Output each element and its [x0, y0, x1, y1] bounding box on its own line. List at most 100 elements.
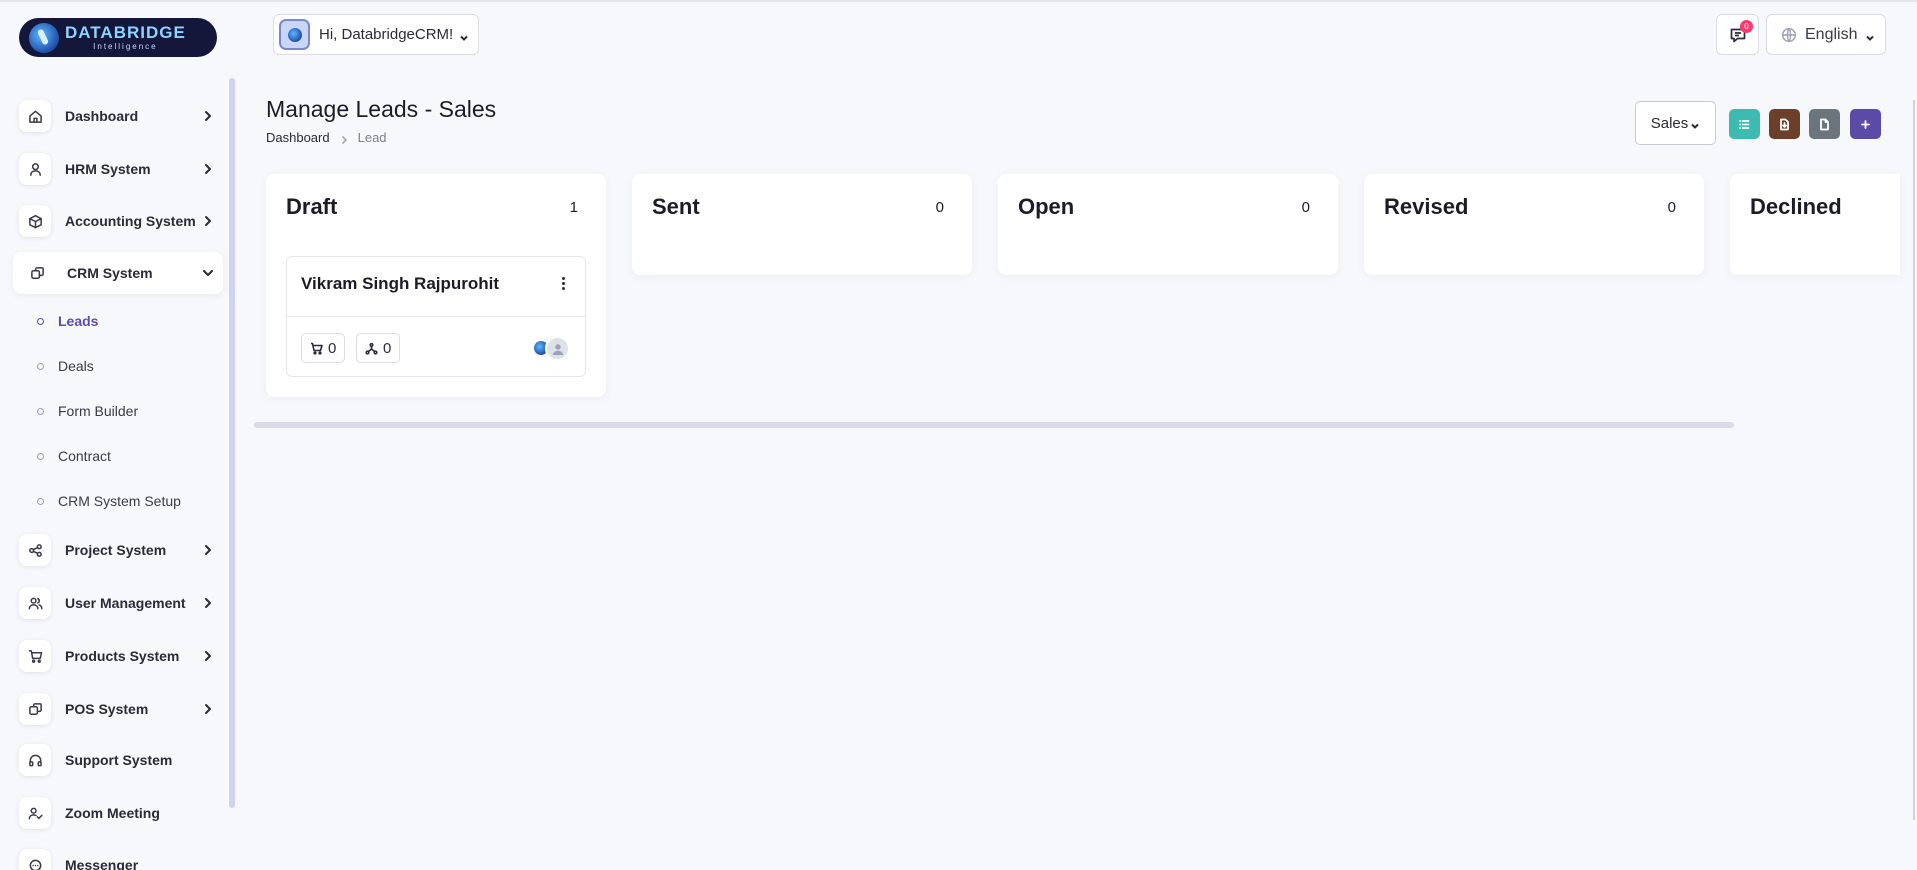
layers-icon: [21, 257, 53, 289]
sidebar-item-pos[interactable]: POS System: [19, 689, 219, 729]
sidebar-scrollbar[interactable]: [229, 78, 235, 808]
import-button[interactable]: [1769, 109, 1800, 139]
kanban-column-sent: Sent 0: [632, 174, 972, 275]
breadcrumb-dashboard[interactable]: Dashboard: [266, 130, 330, 145]
sidebar-item-user-management[interactable]: User Management: [19, 583, 219, 623]
sidebar-item-accounting[interactable]: Accounting System: [19, 201, 219, 241]
language-selector[interactable]: English: [1766, 14, 1886, 55]
sidebar-item-products[interactable]: Products System: [19, 636, 219, 676]
pipeline-select[interactable]: Sales: [1635, 101, 1716, 145]
sidebar-item-support[interactable]: Support System: [19, 740, 219, 780]
avatar: [545, 336, 570, 361]
logo-icon: [29, 22, 59, 53]
breadcrumb-current: Lead: [357, 130, 387, 145]
column-title: Draft: [286, 194, 338, 219]
chevron-right-icon: [201, 649, 215, 663]
page-title: Manage Leads - Sales: [266, 96, 497, 122]
column-title: Declined: [1750, 194, 1842, 219]
chevron-right-icon: [340, 133, 348, 144]
file-import-icon: [1780, 118, 1789, 130]
column-count: 0: [935, 198, 944, 216]
sidebar-item-dashboard[interactable]: Dashboard: [19, 96, 219, 136]
sidebar-subitem-leads[interactable]: Leads: [37, 310, 98, 332]
messages-button[interactable]: 0: [1716, 14, 1759, 55]
users-icon: [19, 587, 51, 619]
column-title: Open: [1018, 194, 1075, 219]
sidebar-item-hrm[interactable]: HRM System: [19, 149, 219, 189]
chevron-right-icon: [201, 702, 215, 716]
sidebar-item-zoom[interactable]: Zoom Meeting: [19, 793, 219, 833]
sources-count-chip: 0: [356, 333, 401, 363]
sidebar-subitem-form-builder[interactable]: Form Builder: [37, 400, 138, 422]
sidebar-item-crm[interactable]: CRM System: [13, 252, 223, 294]
sidebar-subitem-deals[interactable]: Deals: [37, 355, 94, 377]
breadcrumb: Dashboard Lead: [266, 130, 387, 145]
chevron-down-icon: [1690, 118, 1700, 129]
list-icon: [1739, 119, 1750, 129]
sidebar-item-label: Dashboard: [65, 108, 139, 124]
chevron-right-icon: [201, 162, 215, 176]
chevron-right-icon: [201, 543, 215, 557]
sidebar-subitem-label: CRM System Setup: [58, 493, 181, 509]
page-vertical-scrollbar[interactable]: [1913, 100, 1915, 820]
kanban-column-open: Open 0: [998, 174, 1338, 275]
home-icon: [19, 100, 51, 132]
sidebar-item-label: Zoom Meeting: [65, 805, 160, 821]
lead-name[interactable]: Vikram Singh Rajpurohit: [301, 274, 499, 294]
language-label: English: [1805, 25, 1858, 43]
sources-count: 0: [383, 339, 392, 357]
user-menu-button[interactable]: Hi, DatabridgeCRM!: [273, 14, 479, 55]
avatar: [279, 19, 310, 50]
sidebar-subitem-crm-setup[interactable]: CRM System Setup: [37, 490, 181, 512]
bullet-icon: [37, 407, 44, 415]
sidebar-item-label: User Management: [65, 595, 186, 611]
chevron-right-icon: [201, 596, 215, 610]
sidebar-subitem-contract[interactable]: Contract: [37, 445, 111, 467]
more-vertical-icon[interactable]: [555, 273, 571, 293]
add-lead-button[interactable]: [1850, 109, 1881, 139]
sidebar-subitem-label: Leads: [58, 313, 99, 329]
board-horizontal-scrollbar[interactable]: [254, 422, 1734, 428]
plus-icon: [1861, 119, 1870, 129]
bullet-icon: [37, 497, 44, 505]
user-icon: [19, 153, 51, 185]
list-view-button[interactable]: [1729, 109, 1760, 139]
kanban-column-declined: Declined: [1730, 174, 1900, 275]
layers-icon: [19, 693, 51, 725]
products-count-chip: 0: [301, 333, 346, 363]
lead-card[interactable]: Vikram Singh Rajpurohit 0 0: [286, 256, 586, 377]
pipeline-select-value: Sales: [1650, 114, 1689, 132]
bullet-icon: [37, 317, 44, 325]
sidebar-item-label: CRM System: [67, 265, 153, 281]
export-button[interactable]: [1809, 109, 1840, 139]
chat-icon: [19, 849, 51, 870]
file-export-icon: [1820, 118, 1829, 130]
sidebar-item-label: Accounting System: [65, 213, 196, 229]
column-count: 0: [1667, 198, 1676, 216]
cart-icon: [19, 640, 51, 672]
notification-badge: 0: [1740, 20, 1753, 33]
divider: [287, 316, 585, 317]
box-icon: [19, 205, 51, 237]
logo-subtitle: Intelligence: [93, 42, 158, 51]
sidebar-subitem-label: Contract: [58, 448, 111, 464]
user-placeholder-icon: [552, 343, 563, 355]
sidebar-item-project[interactable]: Project System: [19, 530, 219, 570]
products-count: 0: [328, 339, 337, 357]
logo-name: DATABRIDGE: [65, 23, 186, 42]
user-greeting: Hi, DatabridgeCRM!: [319, 26, 454, 43]
share-icon: [19, 534, 51, 566]
sidebar: DATABRIDGE Intelligence Dashboard HRM Sy…: [0, 0, 235, 870]
column-title: Revised: [1384, 194, 1469, 219]
column-count: 1: [569, 198, 578, 216]
brand-logo[interactable]: DATABRIDGE Intelligence: [19, 18, 217, 57]
sidebar-item-label: POS System: [65, 701, 149, 717]
chevron-down-icon: [1865, 30, 1875, 41]
sidebar-subitem-label: Form Builder: [58, 403, 139, 419]
chevron-down-icon: [201, 266, 215, 280]
nodes-icon: [365, 342, 378, 355]
bullet-icon: [37, 362, 44, 370]
sidebar-subitem-label: Deals: [58, 358, 94, 374]
globe-icon: [1781, 27, 1797, 43]
sidebar-item-messenger[interactable]: Messenger: [19, 845, 219, 870]
